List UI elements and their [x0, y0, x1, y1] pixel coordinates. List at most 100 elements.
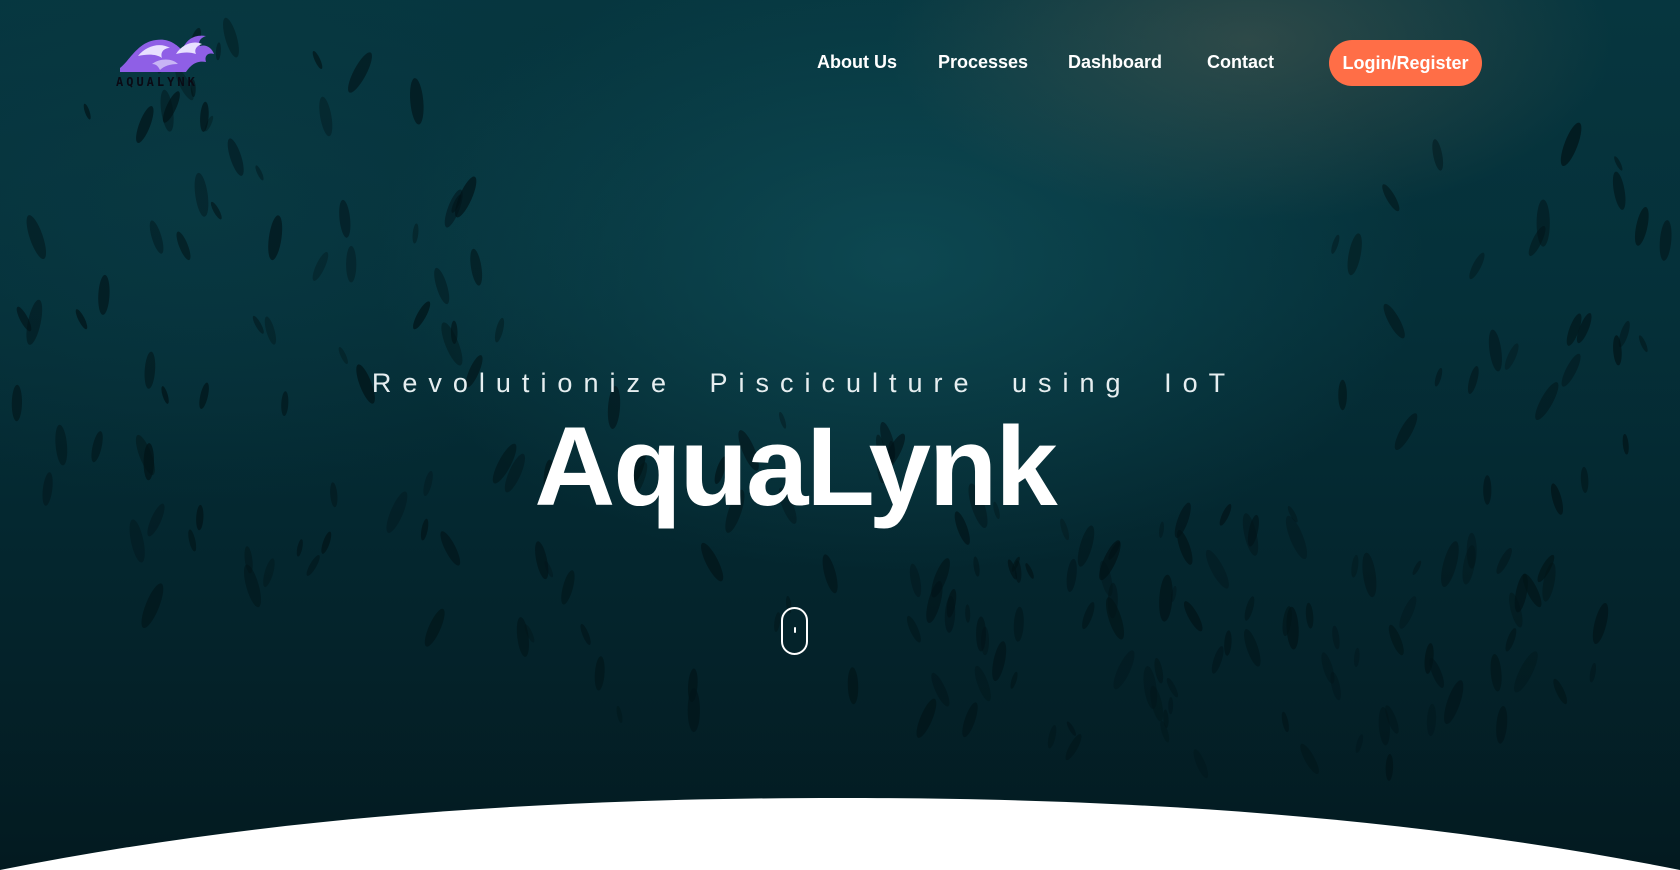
- fish-silhouette: [1305, 602, 1314, 629]
- fish-silhouette: [176, 231, 191, 261]
- fish-silhouette: [1281, 711, 1289, 732]
- fish-silhouette: [1066, 721, 1076, 736]
- fish-silhouette: [1592, 602, 1609, 645]
- fish-silhouette: [1505, 628, 1517, 652]
- fish-silhouette: [1113, 650, 1135, 690]
- fish-silhouette: [26, 215, 47, 260]
- fish-silhouette: [580, 624, 591, 645]
- fish-silhouette: [252, 315, 264, 334]
- fish-silhouette: [1353, 647, 1360, 667]
- fish-silhouette: [1426, 703, 1437, 737]
- nav-link-dashboard[interactable]: Dashboard: [1068, 50, 1162, 74]
- fish-silhouette: [413, 301, 431, 330]
- fish-silhouette: [410, 78, 424, 125]
- fish-silhouette: [594, 656, 605, 691]
- fish-silhouette: [141, 583, 164, 629]
- fish-silhouette: [965, 604, 971, 623]
- fish-silhouette: [1399, 596, 1417, 629]
- fish-silhouette: [973, 556, 980, 577]
- fish-silhouette: [1612, 171, 1626, 210]
- fish-silhouette: [906, 615, 921, 643]
- fish-silhouette: [1614, 156, 1623, 171]
- fish-silhouette: [1066, 558, 1077, 592]
- fish-silhouette: [1047, 725, 1057, 749]
- nav-link-processes[interactable]: Processes: [938, 50, 1028, 74]
- fish-silhouette: [1553, 678, 1568, 705]
- fish-silhouette: [1332, 625, 1340, 650]
- hero-tagline: Revolutionize Pisciculture using IoT: [371, 368, 1237, 398]
- fish-silhouette: [1244, 596, 1255, 621]
- fish-silhouette: [1496, 705, 1508, 744]
- fish-silhouette: [1065, 734, 1082, 761]
- nav-link-about-us[interactable]: About Us: [817, 50, 897, 74]
- fish-silhouette: [1183, 601, 1203, 632]
- fish-silhouette: [75, 309, 88, 330]
- fish-silhouette: [1013, 606, 1024, 642]
- fish-silhouette: [1166, 677, 1178, 698]
- fish-silhouette: [440, 531, 461, 566]
- fish-silhouette: [255, 165, 264, 181]
- fish-silhouette: [1168, 697, 1174, 715]
- fish-silhouette: [263, 558, 275, 588]
- fish-silhouette: [1355, 734, 1364, 753]
- fish-silhouette: [1412, 560, 1422, 575]
- fish-silhouette: [339, 199, 351, 238]
- logo-text: AQUALYNK: [116, 75, 198, 89]
- fish-silhouette: [98, 274, 110, 315]
- fish-silhouette: [1347, 233, 1362, 276]
- fish-silhouette: [1193, 749, 1209, 779]
- fish-silhouette: [83, 103, 91, 120]
- mouse-scroll-icon[interactable]: [781, 607, 808, 655]
- scroll-wheel-indicator: [794, 627, 796, 633]
- fish-silhouette: [312, 251, 329, 281]
- fish-silhouette: [992, 641, 1007, 681]
- fish-silhouette: [1224, 630, 1232, 656]
- fish-silhouette: [1469, 252, 1485, 280]
- fish-silhouette: [346, 245, 357, 283]
- fish-silhouette: [227, 138, 244, 176]
- fish-silhouette: [916, 698, 937, 738]
- fish-silhouette: [1638, 335, 1648, 353]
- fish-silhouette: [1362, 552, 1377, 598]
- fish-silhouette: [338, 347, 348, 364]
- fish-silhouette: [1010, 671, 1018, 689]
- fish-silhouette: [412, 223, 419, 244]
- fish-silhouette: [264, 316, 277, 345]
- hero-section: AQUALYNK About Us Processes Dashboard Co…: [0, 0, 1680, 870]
- fish-silhouette: [494, 317, 505, 343]
- fish-silhouette: [1211, 646, 1224, 674]
- fish-silhouette: [1382, 184, 1400, 212]
- fish-silhouette: [1205, 549, 1229, 589]
- fish-silhouette: [1082, 602, 1095, 630]
- fish-silhouette: [1490, 653, 1502, 692]
- bottom-wave-divider: [0, 798, 1680, 870]
- login-register-button[interactable]: Login/Register: [1329, 40, 1482, 86]
- fish-silhouette: [847, 667, 859, 705]
- fish-silhouette: [822, 554, 838, 594]
- fish-silhouette: [962, 702, 978, 738]
- fish-silhouette: [701, 542, 724, 582]
- fish-silhouette: [470, 248, 483, 286]
- fish-silhouette: [424, 608, 445, 647]
- fish-silhouette: [1441, 541, 1459, 587]
- fish-silhouette: [616, 705, 623, 723]
- fish-silhouette: [136, 106, 154, 143]
- fish-silhouette: [296, 539, 303, 557]
- fish-silhouette: [1300, 743, 1319, 775]
- fish-silhouette: [1244, 629, 1261, 667]
- fish-silhouette: [1560, 122, 1582, 166]
- nav-link-contact[interactable]: Contact: [1207, 50, 1274, 74]
- fish-silhouette: [1388, 624, 1404, 656]
- fish-silhouette: [1383, 303, 1405, 339]
- fish-silhouette: [1536, 199, 1550, 247]
- fish-silhouette: [976, 616, 986, 652]
- fish-silhouette: [210, 201, 222, 220]
- fish-silhouette: [1622, 434, 1629, 455]
- fish-silhouette: [516, 617, 529, 657]
- fish-silhouette: [1351, 554, 1359, 578]
- fish-silhouette: [321, 531, 332, 554]
- fish-silhouette: [1444, 680, 1464, 724]
- fish-silhouette: [1496, 547, 1512, 574]
- fish-silhouette: [1385, 754, 1394, 781]
- fish-silhouette: [306, 554, 320, 576]
